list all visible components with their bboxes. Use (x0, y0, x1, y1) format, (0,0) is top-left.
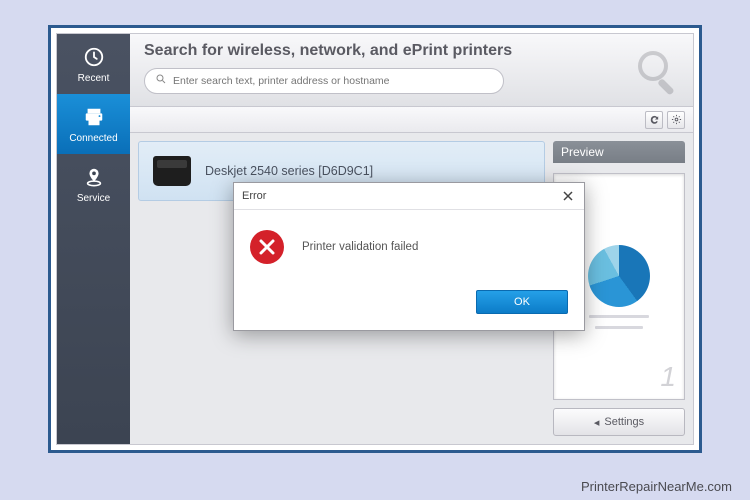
dialog-footer: OK (234, 282, 584, 330)
clock-icon (82, 45, 106, 69)
sidebar-item-recent[interactable]: Recent (57, 34, 130, 94)
text-line-decoration (589, 315, 649, 318)
header: Search for wireless, network, and ePrint… (130, 34, 693, 107)
close-button[interactable] (560, 188, 576, 204)
toolbar (130, 107, 693, 133)
printer-thumb-icon (153, 156, 191, 186)
settings-label: Settings (604, 416, 644, 428)
settings-button[interactable]: ◂ Settings (553, 408, 685, 436)
dialog-body: Printer validation failed (234, 210, 584, 282)
printer-name: Deskjet 2540 series [D6D9C1] (205, 164, 373, 178)
close-icon (563, 191, 573, 201)
sidebar: Recent Connected Service (57, 34, 130, 444)
text-line-decoration (595, 326, 643, 329)
search-box[interactable] (144, 68, 504, 94)
dialog-title: Error (242, 190, 266, 202)
magnifier-decoration-icon (635, 48, 683, 96)
sidebar-item-service[interactable]: Service (57, 154, 130, 214)
search-input[interactable] (173, 75, 493, 87)
search-icon (155, 72, 167, 90)
ok-button[interactable]: OK (476, 290, 568, 314)
dialog-titlebar: Error (234, 183, 584, 210)
sidebar-item-connected[interactable]: Connected (57, 94, 130, 154)
page-number: 1 (660, 361, 676, 393)
gear-button[interactable] (667, 111, 685, 129)
preview-title: Preview (553, 141, 685, 163)
sidebar-label: Service (77, 193, 110, 204)
error-dialog: Error Printer validation failed OK (233, 182, 585, 331)
watermark: PrinterRepairNearMe.com (581, 479, 732, 494)
sidebar-label: Recent (78, 73, 110, 84)
dialog-message: Printer validation failed (302, 241, 418, 253)
refresh-button[interactable] (645, 111, 663, 129)
chevron-left-icon: ◂ (594, 416, 600, 429)
location-icon (82, 165, 106, 189)
sidebar-label: Connected (69, 133, 117, 144)
error-icon (250, 230, 284, 264)
page-title: Search for wireless, network, and ePrint… (144, 42, 679, 60)
printer-icon (82, 105, 106, 129)
pie-chart-icon (588, 245, 650, 307)
